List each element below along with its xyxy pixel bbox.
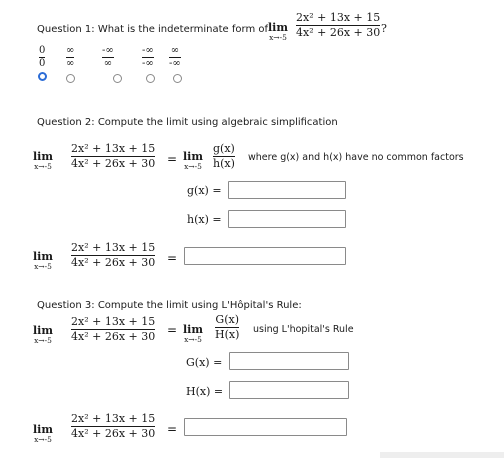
equals-sign: = — [167, 323, 178, 337]
option-inf-over-inf: ∞ ∞ — [66, 45, 75, 69]
lim-subscript: x→-5 — [34, 336, 52, 345]
numerator: 2x² + 13x + 15 — [296, 11, 381, 24]
q2-fraction-answer: 2x² + 13x + 15 4x² + 26x + 30 — [71, 241, 156, 269]
radio-option-neginf-over-inf[interactable] — [113, 74, 122, 83]
option-neginf-over-inf: -∞ ∞ — [102, 46, 114, 69]
q3-G-over-H: G(x) H(x) — [215, 313, 240, 341]
option-den: ∞ — [66, 58, 75, 69]
G-label: G(x) = — [186, 356, 223, 369]
H-input[interactable] — [229, 381, 349, 399]
option-num: ∞ — [170, 45, 180, 56]
radio-option-neginf-over-neginf[interactable] — [146, 74, 155, 83]
q3-fraction-answer: 2x² + 13x + 15 4x² + 26x + 30 — [71, 412, 156, 440]
q1-fraction: 2x² + 13x + 15 4x² + 26x + 30 — [296, 11, 381, 39]
q2-fraction: 2x² + 13x + 15 4x² + 26x + 30 — [71, 142, 156, 170]
question-3-prompt: Question 3: Compute the limit using L'Hô… — [37, 300, 302, 311]
numerator: 2x² + 13x + 15 — [71, 142, 156, 155]
q1-limit: lim x→-5 — [268, 22, 288, 42]
denominator: 4x² + 26x + 30 — [71, 157, 156, 170]
option-den: -∞ — [169, 58, 181, 69]
G-of-x: G(x) — [215, 313, 239, 326]
equals-sign: = — [167, 422, 178, 436]
H-of-x: H(x) — [215, 328, 240, 341]
G-input[interactable] — [229, 352, 349, 370]
q2-limit: lim x→-5 — [33, 151, 53, 171]
radio-option-inf-over-neginf[interactable] — [173, 74, 182, 83]
q2-note: where g(x) and h(x) have no common facto… — [248, 152, 464, 163]
equals-sign: = — [167, 152, 178, 166]
denominator: 4x² + 26x + 30 — [296, 26, 381, 39]
option-inf-over-neginf: ∞ -∞ — [169, 46, 181, 69]
numerator: 2x² + 13x + 15 — [71, 241, 156, 254]
q2-answer-input[interactable] — [184, 247, 346, 265]
denominator: 4x² + 26x + 30 — [71, 256, 156, 269]
H-label: H(x) = — [186, 385, 224, 398]
g-of-x: g(x) — [213, 142, 235, 155]
lim-subscript: x→-5 — [269, 33, 287, 42]
q3-note: using L'hopital's Rule — [253, 324, 354, 335]
g-label: g(x) = — [187, 184, 222, 197]
denominator: 4x² + 26x + 30 — [71, 330, 156, 343]
question-2-prompt: Question 2: Compute the limit using alge… — [37, 117, 338, 128]
h-of-x: h(x) — [213, 157, 235, 170]
equals-sign: = — [167, 251, 178, 265]
lim-subscript: x→-5 — [34, 435, 52, 444]
q3-limit: lim x→-5 — [33, 325, 53, 345]
option-neginf-over-neginf: -∞ -∞ — [142, 46, 154, 69]
option-den: -∞ — [142, 58, 154, 69]
radio-option-0-over-0[interactable] — [38, 72, 47, 81]
numerator: 2x² + 13x + 15 — [71, 412, 156, 425]
lim-subscript: x→-5 — [184, 335, 202, 344]
option-den: ∞ — [103, 58, 113, 69]
radio-option-inf-over-inf[interactable] — [66, 74, 75, 83]
option-0-over-0: 0 0 — [39, 45, 46, 69]
q2-limit-right: lim x→-5 — [183, 151, 203, 171]
g-input[interactable] — [228, 181, 346, 199]
option-num: -∞ — [102, 45, 114, 56]
q3-answer-input[interactable] — [184, 418, 347, 436]
q3-limit-answer: lim x→-5 — [33, 424, 53, 444]
lim-subscript: x→-5 — [184, 162, 202, 171]
option-num: 0 — [39, 45, 46, 56]
page-edge-strip — [380, 452, 504, 458]
question-mark: ? — [381, 22, 387, 35]
h-input[interactable] — [228, 210, 346, 228]
lim-subscript: x→-5 — [34, 262, 52, 271]
q3-fraction: 2x² + 13x + 15 4x² + 26x + 30 — [71, 315, 156, 343]
option-num: -∞ — [142, 45, 154, 56]
q3-limit-right: lim x→-5 — [183, 324, 203, 344]
question-1-prompt: Question 1: What is the indeterminate fo… — [37, 24, 269, 35]
option-num: ∞ — [66, 45, 75, 56]
option-den: 0 — [39, 58, 46, 69]
q2-limit-answer: lim x→-5 — [33, 251, 53, 271]
denominator: 4x² + 26x + 30 — [71, 427, 156, 440]
h-label: h(x) = — [187, 213, 222, 226]
lim-subscript: x→-5 — [34, 162, 52, 171]
q2-g-over-h: g(x) h(x) — [213, 143, 235, 170]
numerator: 2x² + 13x + 15 — [71, 315, 156, 328]
